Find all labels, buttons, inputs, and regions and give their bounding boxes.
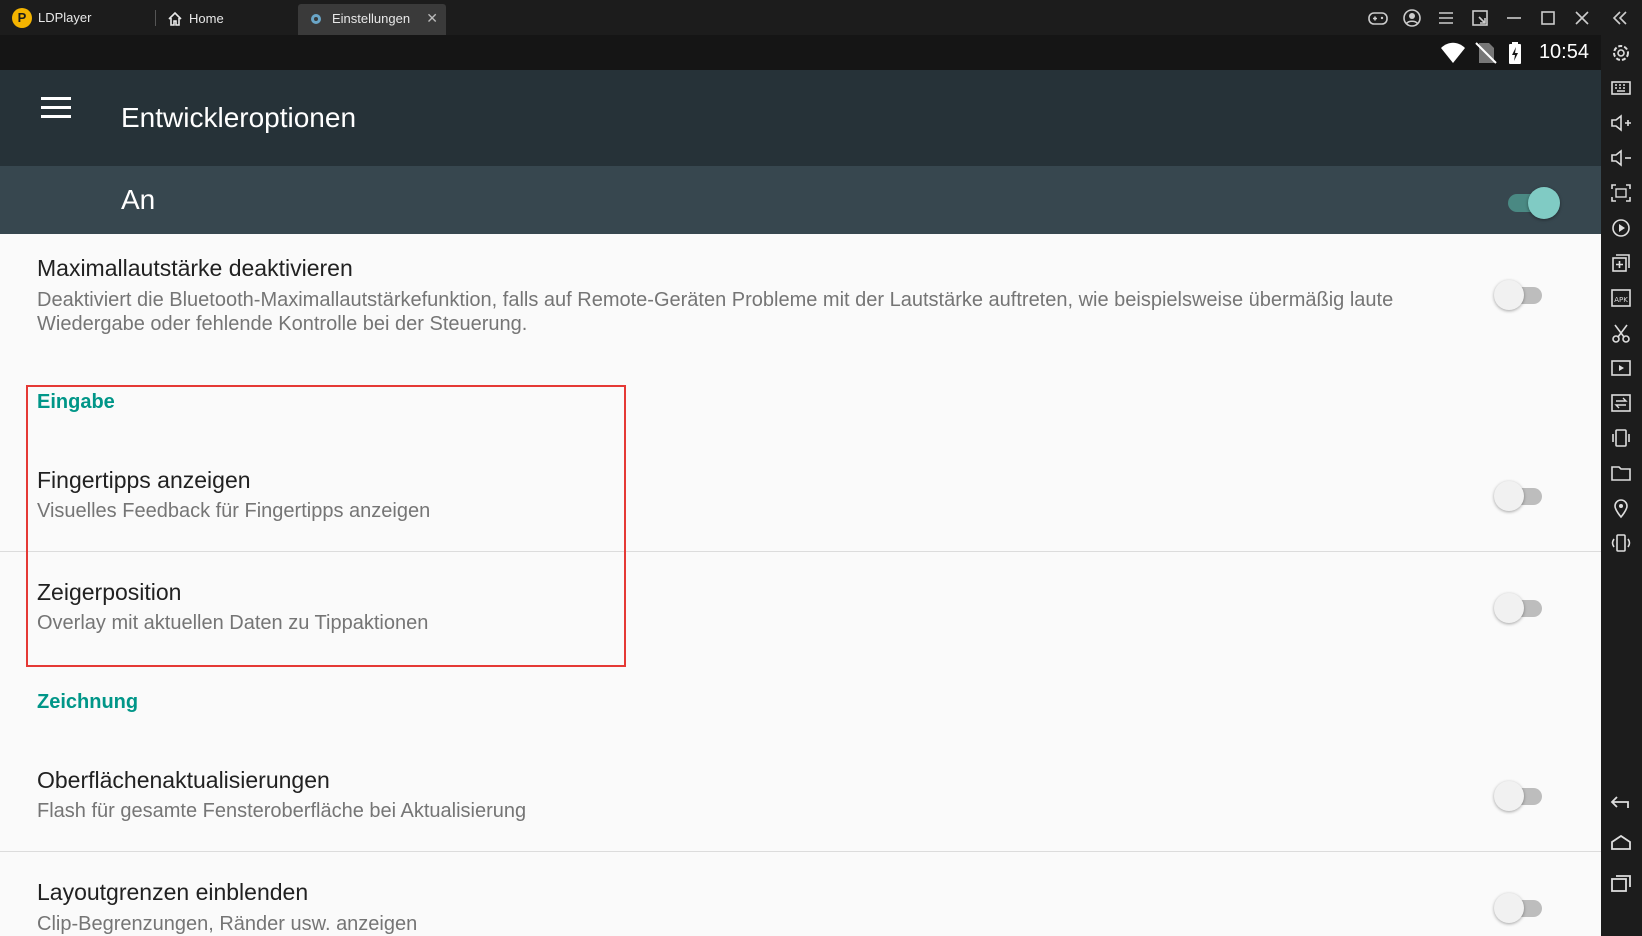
video-play-icon[interactable] xyxy=(1609,356,1633,380)
master-switch-bar[interactable]: An xyxy=(0,166,1601,234)
keyboard-icon[interactable] xyxy=(1609,76,1633,100)
account-icon[interactable] xyxy=(1400,6,1424,30)
app-name: LDPlayer xyxy=(38,10,92,25)
title-bar: P LDPlayer Home Einstellungen ✕ xyxy=(0,0,1642,35)
master-switch-label: An xyxy=(121,184,156,215)
volume-down-icon[interactable] xyxy=(1609,146,1633,170)
category-zeichnung: Zeichnung xyxy=(37,691,139,713)
settings-icon[interactable] xyxy=(1609,41,1633,65)
wifi-icon xyxy=(1441,42,1465,63)
pref-surface-title: Oberflächenaktualisierungen xyxy=(37,767,330,793)
pref-layout-title: Layoutgrenzen einblenden xyxy=(37,879,309,905)
back-icon[interactable] xyxy=(1609,791,1633,815)
page-title: Entwickleroptionen xyxy=(121,102,357,133)
tab-einstellungen[interactable]: Einstellungen ✕ xyxy=(298,4,446,35)
pref-layout-summary: Clip-Begrenzungen, Ränder usw. anzeigen xyxy=(37,913,418,935)
ldplayer-logo-icon: P xyxy=(12,8,32,28)
pref-touches-switch[interactable] xyxy=(1494,480,1546,514)
minimize-icon[interactable] xyxy=(1502,6,1526,30)
tab-einstellungen-label: Einstellungen xyxy=(332,11,411,26)
tool-sidebar: APK xyxy=(1601,35,1642,936)
master-switch-thumb[interactable] xyxy=(1528,187,1560,219)
home-icon xyxy=(168,11,182,26)
no-sim-icon xyxy=(1475,42,1497,64)
menu-icon[interactable] xyxy=(1434,6,1458,30)
svg-text:APK: APK xyxy=(1614,296,1628,304)
recents-icon[interactable] xyxy=(1609,871,1633,895)
pref-surface-switch[interactable] xyxy=(1494,780,1546,814)
home-icon[interactable] xyxy=(1609,831,1633,855)
android-status-bar: 10:54 xyxy=(0,35,1601,70)
rotate-icon[interactable] xyxy=(1609,531,1633,555)
settings-gear-icon xyxy=(311,14,321,24)
shake-icon[interactable] xyxy=(1609,426,1633,450)
tab-close-icon[interactable]: ✕ xyxy=(426,10,438,27)
maximize-icon[interactable] xyxy=(1536,6,1560,30)
shrink-window-icon[interactable] xyxy=(1468,6,1492,30)
pref-surface-summary: Flash für gesamte Fensteroberfläche bei … xyxy=(37,800,527,822)
volume-up-icon[interactable] xyxy=(1609,111,1633,135)
close-icon[interactable] xyxy=(1570,6,1594,30)
gamepad-icon[interactable] xyxy=(1366,6,1390,30)
pref-layout-switch[interactable] xyxy=(1494,892,1546,926)
location-icon[interactable] xyxy=(1609,496,1633,520)
add-app-icon[interactable] xyxy=(1609,251,1633,275)
pref-pointer-switch[interactable] xyxy=(1494,592,1546,626)
divider xyxy=(0,851,1601,852)
app-bar: Entwickleroptionen xyxy=(0,70,1601,166)
pref-maxvol-title: Maximallautstärke deaktivieren xyxy=(37,255,353,281)
highlight-box xyxy=(26,385,626,667)
tab-separator xyxy=(155,10,156,26)
sync-icon[interactable] xyxy=(1609,391,1633,415)
screenshot-icon[interactable] xyxy=(1609,181,1633,205)
folder-icon[interactable] xyxy=(1609,461,1633,485)
pref-maxvol-switch[interactable] xyxy=(1494,279,1546,313)
record-icon[interactable] xyxy=(1609,216,1633,240)
hamburger-menu-icon[interactable] xyxy=(41,97,71,121)
scissors-icon[interactable] xyxy=(1609,321,1633,345)
apk-install-icon[interactable]: APK xyxy=(1609,286,1633,310)
collapse-sidebar-icon[interactable] xyxy=(1608,6,1632,30)
battery-charging-icon xyxy=(1509,42,1521,64)
clock: 10:54 xyxy=(1538,41,1589,63)
pref-maxvol-summary: Deaktiviert die Bluetooth-Maximallautstä… xyxy=(37,289,1394,335)
tab-home[interactable]: Home xyxy=(163,4,293,35)
tab-home-label: Home xyxy=(189,11,224,26)
